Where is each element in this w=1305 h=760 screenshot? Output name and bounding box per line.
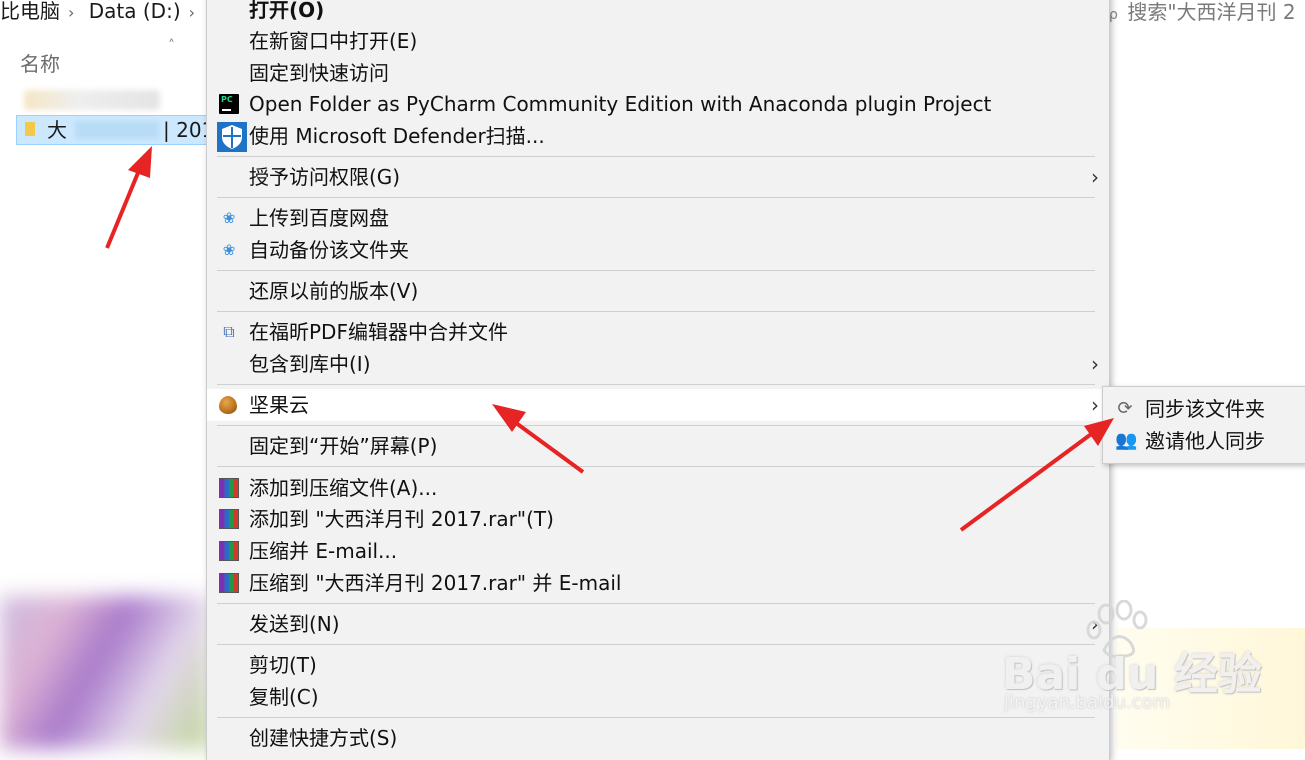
- blurred-background-image: [0, 596, 210, 749]
- winrar-icon: [219, 478, 239, 498]
- defender-shield-icon: [217, 122, 247, 152]
- sync-icon: ⟳: [1117, 398, 1133, 419]
- menu-item-cut[interactable]: 剪切(T): [207, 649, 1109, 681]
- menu-item-label: 打开(O): [249, 0, 325, 22]
- pycharm-icon: [219, 94, 239, 114]
- submenu-item-label: 同步该文件夹: [1145, 397, 1265, 421]
- menu-item-label: 上传到百度网盘: [249, 206, 389, 230]
- baidu-netdisk-icon: ❀: [222, 209, 236, 227]
- menu-item-label: 固定到“开始”屏幕(P): [249, 434, 438, 458]
- chevron-right-icon: ›: [1091, 393, 1099, 417]
- menu-item-add-to-rar[interactable]: 添加到 "大西洋月刊 2017.rar"(T): [207, 503, 1109, 535]
- menu-item-foxit-merge[interactable]: ⧉ 在福昕PDF编辑器中合并文件: [207, 316, 1109, 348]
- menu-item-label: 在新窗口中打开(E): [249, 29, 418, 53]
- menu-item-label: Open Folder as PyCharm Community Edition…: [249, 92, 992, 116]
- menu-item-include-library[interactable]: 包含到库中(I) ›: [207, 348, 1109, 380]
- winrar-icon: [219, 541, 239, 561]
- menu-item-label: 发送到(N): [249, 612, 340, 636]
- menu-item-compress-rar-email[interactable]: 压缩到 "大西洋月刊 2017.rar" 并 E-mail: [207, 567, 1109, 599]
- menu-item-pin-start[interactable]: 固定到“开始”屏幕(P): [207, 430, 1109, 462]
- menu-item-open[interactable]: 打开(O): [207, 0, 1109, 26]
- menu-item-label: 压缩并 E-mail...: [249, 539, 398, 563]
- menu-item-label: 剪切(T): [249, 653, 317, 677]
- menu-separator: [217, 311, 1095, 312]
- menu-item-upload-baidu[interactable]: ❀ 上传到百度网盘: [207, 202, 1109, 234]
- menu-item-label: 授予访问权限(G): [249, 165, 401, 189]
- chevron-right-icon: ›: [1091, 165, 1099, 189]
- menu-item-label: 还原以前的版本(V): [249, 279, 419, 303]
- submenu-item-invite-sync[interactable]: 👥 邀请他人同步: [1103, 425, 1305, 457]
- menu-item-label: 添加到 "大西洋月刊 2017.rar"(T): [249, 507, 554, 531]
- search-placeholder: 搜索"大西洋月刊 2: [1127, 0, 1296, 24]
- breadcrumb-separator: ›: [68, 3, 75, 22]
- winrar-icon: [219, 509, 239, 529]
- breadcrumb-drive[interactable]: Data (D:): [89, 0, 181, 23]
- chevron-right-icon: ›: [1091, 352, 1099, 376]
- menu-item-open-new-window[interactable]: 在新窗口中打开(E): [207, 25, 1109, 57]
- jianguoyun-submenu: ⟳ 同步该文件夹 👥 邀请他人同步: [1102, 386, 1305, 464]
- menu-separator: [217, 717, 1095, 718]
- menu-item-send-to[interactable]: 发送到(N) ›: [207, 608, 1109, 640]
- menu-item-label: 自动备份该文件夹: [249, 238, 409, 262]
- menu-separator: [217, 603, 1095, 604]
- baidu-jingyan-watermark: Bai du 经验 jingyan.baidu.com: [1000, 600, 1300, 720]
- submenu-item-sync-folder[interactable]: ⟳ 同步该文件夹: [1103, 393, 1305, 425]
- winrar-icon: [219, 573, 239, 593]
- menu-item-defender-scan[interactable]: 使用 Microsoft Defender扫描...: [207, 120, 1109, 152]
- menu-item-auto-backup[interactable]: ❀ 自动备份该文件夹: [207, 234, 1109, 266]
- menu-separator: [217, 425, 1095, 426]
- sort-ascending-icon: ˄: [168, 38, 175, 54]
- menu-separator: [217, 156, 1095, 157]
- menu-separator: [217, 384, 1095, 385]
- breadcrumb-this-pc[interactable]: 比电脑: [0, 0, 60, 23]
- menu-item-compress-email[interactable]: 压缩并 E-mail...: [207, 535, 1109, 567]
- menu-item-create-shortcut[interactable]: 创建快捷方式(S): [207, 722, 1109, 754]
- column-header-name[interactable]: 名称: [20, 48, 60, 77]
- menu-item-grant-access[interactable]: 授予访问权限(G) ›: [207, 161, 1109, 193]
- jianguoyun-nut-icon: [219, 396, 237, 414]
- menu-item-label: 压缩到 "大西洋月刊 2017.rar" 并 E-mail: [249, 571, 622, 595]
- baidu-netdisk-icon: ❀: [222, 241, 236, 259]
- watermark-url: jingyan.baidu.com: [1004, 692, 1171, 713]
- menu-item-label: 添加到压缩文件(A)...: [249, 476, 438, 500]
- menu-item-label: 创建快捷方式(S): [249, 726, 398, 750]
- menu-item-label: 固定到快速访问: [249, 61, 389, 85]
- blurred-file-row[interactable]: [24, 90, 160, 110]
- menu-item-pin-quick-access[interactable]: 固定到快速访问: [207, 57, 1109, 89]
- menu-separator: [217, 270, 1095, 271]
- menu-item-label: 使用 Microsoft Defender扫描...: [249, 124, 545, 148]
- invite-users-icon: 👥: [1115, 430, 1138, 451]
- selected-folder-row[interactable]: 大 | 2017: [16, 115, 227, 145]
- search-input[interactable]: ρ 搜索"大西洋月刊 2: [1105, 0, 1305, 26]
- search-icon: ρ: [1109, 7, 1118, 23]
- breadcrumb-separator: ›: [188, 3, 196, 22]
- menu-item-open-pycharm[interactable]: Open Folder as PyCharm Community Edition…: [207, 88, 1109, 120]
- menu-item-restore-versions[interactable]: 还原以前的版本(V): [207, 275, 1109, 307]
- menu-item-label: 复制(C): [249, 685, 319, 709]
- menu-item-copy[interactable]: 复制(C): [207, 681, 1109, 713]
- folder-name-prefix: 大: [47, 118, 67, 142]
- address-bar[interactable]: 比电脑 › Data (D:) ›: [0, 0, 210, 24]
- menu-item-jianguoyun[interactable]: 坚果云 ›: [207, 389, 1109, 421]
- context-menu: 打开(O) 在新窗口中打开(E) 固定到快速访问 Open Folder as …: [206, 0, 1110, 760]
- menu-item-label: 在福昕PDF编辑器中合并文件: [249, 320, 508, 344]
- folder-icon: [25, 122, 35, 136]
- menu-separator: [217, 466, 1095, 467]
- menu-separator: [217, 197, 1095, 198]
- menu-separator: [217, 644, 1095, 645]
- submenu-item-label: 邀请他人同步: [1145, 429, 1265, 453]
- menu-item-label: 包含到库中(I): [249, 352, 371, 376]
- foxit-merge-icon: ⧉: [223, 322, 235, 341]
- menu-item-add-archive[interactable]: 添加到压缩文件(A)...: [207, 472, 1109, 504]
- menu-item-label: 坚果云: [249, 393, 309, 417]
- redacted-text: [75, 121, 159, 139]
